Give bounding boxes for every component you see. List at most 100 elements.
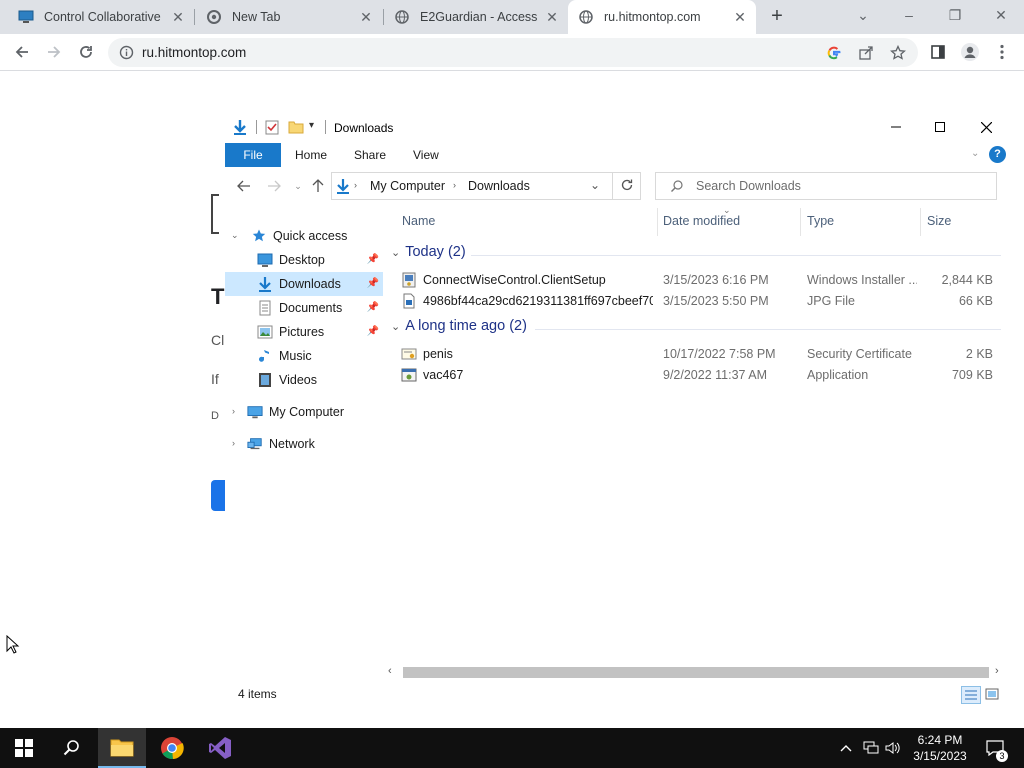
address-bar[interactable]: ru.hitmontop.com [108, 38, 918, 67]
page-fragment-button[interactable] [211, 480, 225, 511]
search-box[interactable]: Search Downloads [655, 172, 997, 200]
details-view-icon[interactable] [961, 686, 981, 704]
browser-tab-active[interactable]: ru.hitmontop.com ✕ [568, 0, 756, 34]
expand-ribbon-chevron-icon[interactable]: ⌄ [971, 148, 979, 159]
expand-chevron-icon[interactable]: ⌄ [231, 230, 241, 240]
reload-icon[interactable] [74, 40, 98, 64]
bookmark-star-icon[interactable] [890, 45, 906, 61]
show-hidden-icons-chevron-icon[interactable] [836, 728, 856, 768]
volume-icon[interactable] [882, 728, 904, 768]
site-info-icon[interactable] [119, 45, 134, 60]
nav-quick-access[interactable]: Quick access [251, 224, 383, 248]
breadcrumb-my-computer[interactable]: My Computer [370, 179, 445, 193]
kebab-menu-icon[interactable] [990, 40, 1014, 64]
properties-checkmark-icon[interactable] [265, 119, 279, 138]
minimize-icon[interactable] [881, 116, 911, 138]
browser-tab-control-collaborative[interactable]: Control Collaborative \ ✕ [8, 0, 194, 34]
chrome-taskbar-icon[interactable] [148, 728, 196, 768]
up-arrow-icon[interactable] [309, 177, 327, 195]
browser-tab-new-tab[interactable]: New Tab ✕ [196, 0, 382, 34]
system-clock[interactable]: 6:24 PM 3/15/2023 [906, 732, 974, 764]
column-separator[interactable] [657, 208, 658, 236]
nav-network[interactable]: Network [247, 432, 383, 456]
start-windows-icon[interactable] [0, 728, 48, 768]
page-fragment-text: If [211, 371, 219, 387]
visual-studio-taskbar-icon[interactable] [196, 728, 244, 768]
column-separator[interactable] [800, 208, 801, 236]
google-icon[interactable] [826, 45, 842, 61]
group-header-today[interactable]: ⌄ Today (2) [391, 244, 466, 260]
file-row[interactable]: 4986bf44ca29cd6219311381ff697cbeef709...… [401, 291, 1001, 311]
file-explorer-taskbar-icon[interactable] [98, 728, 146, 768]
nav-my-computer[interactable]: My Computer [247, 400, 383, 424]
file-row[interactable]: penis 10/17/2022 7:58 PM Security Certif… [401, 344, 1001, 364]
qat-dropdown-icon[interactable]: ▾ [309, 120, 314, 131]
close-icon[interactable] [971, 116, 1001, 138]
network-tray-icon[interactable] [860, 728, 882, 768]
ribbon-tab-share[interactable]: Share [354, 143, 386, 167]
refresh-icon[interactable] [620, 178, 634, 195]
new-tab-button[interactable]: + [766, 6, 788, 28]
breadcrumb-downloads[interactable]: Downloads [468, 179, 530, 193]
minimize-icon[interactable]: – [895, 4, 923, 26]
nav-downloads[interactable]: Downloads 📌 [225, 272, 383, 296]
scroll-right-icon[interactable]: › [995, 665, 999, 677]
breadcrumb-separator-icon[interactable]: › [354, 180, 357, 190]
profile-avatar-icon[interactable] [958, 40, 982, 64]
large-icons-view-icon[interactable] [985, 688, 999, 703]
pin-icon[interactable]: 📌 [367, 278, 379, 289]
expand-chevron-right-icon[interactable]: › [232, 438, 242, 448]
nav-videos[interactable]: Videos [225, 368, 383, 392]
collapse-chevron-icon[interactable]: ⌄ [391, 246, 400, 259]
ribbon-tab-file[interactable]: File [225, 143, 281, 167]
browser-toolbar: ru.hitmontop.com [0, 34, 1024, 71]
ribbon-tab-view[interactable]: View [413, 143, 439, 167]
tab-divider [194, 9, 195, 25]
horizontal-scrollbar[interactable]: ‹ › [385, 664, 1007, 681]
pin-icon[interactable]: 📌 [367, 302, 379, 313]
group-header-long-time-ago[interactable]: ⌄ A long time ago (2) [391, 318, 527, 334]
expand-chevron-right-icon[interactable]: › [232, 406, 242, 416]
nav-pictures[interactable]: Pictures 📌 [225, 320, 383, 344]
scrollbar-thumb[interactable] [403, 667, 989, 678]
restore-icon[interactable]: ❐ [941, 4, 969, 26]
help-icon[interactable]: ? [989, 146, 1006, 163]
column-header-type[interactable]: Type [807, 214, 834, 228]
close-tab-icon[interactable]: ✕ [358, 9, 374, 25]
file-row[interactable]: vac467 9/2/2022 11:37 AM Application 709… [401, 365, 1001, 385]
notifications-icon[interactable]: 3 [980, 728, 1010, 768]
collapse-chevron-icon[interactable]: ⌄ [391, 320, 400, 333]
file-row[interactable]: ConnectWiseControl.ClientSetup 3/15/2023… [401, 270, 1001, 290]
tab-search-chevron-icon[interactable]: ⌄ [849, 4, 877, 26]
address-dropdown-chevron-icon[interactable]: ⌄ [590, 178, 600, 192]
close-tab-icon[interactable]: ✕ [170, 9, 186, 25]
browser-tab-e2guardian[interactable]: E2Guardian - Access D ✕ [384, 0, 568, 34]
address-breadcrumb[interactable]: › My Computer › Downloads ⌄ [331, 172, 641, 200]
pin-icon[interactable]: 📌 [367, 254, 379, 265]
back-arrow-icon[interactable] [235, 177, 253, 195]
recent-locations-chevron-icon[interactable]: ⌄ [289, 177, 307, 195]
side-panel-icon[interactable] [926, 40, 950, 64]
close-tab-icon[interactable]: ✕ [544, 9, 560, 25]
videos-icon [257, 372, 273, 388]
nav-music[interactable]: Music [225, 344, 383, 368]
new-folder-icon[interactable] [288, 119, 304, 138]
search-icon[interactable] [48, 728, 96, 768]
back-arrow-icon[interactable] [10, 40, 34, 64]
close-window-icon[interactable]: ✕ [987, 4, 1015, 26]
scroll-left-icon[interactable]: ‹ [388, 665, 392, 677]
maximize-icon[interactable] [925, 116, 955, 138]
close-tab-icon[interactable]: ✕ [732, 9, 748, 25]
nav-documents[interactable]: Documents 📌 [225, 296, 383, 320]
column-header-name[interactable]: Name [402, 214, 435, 228]
column-header-date-modified[interactable]: Date modified [663, 214, 740, 228]
nav-desktop[interactable]: Desktop 📌 [225, 248, 383, 272]
breadcrumb-separator-icon[interactable]: › [453, 180, 456, 190]
ribbon-tab-home[interactable]: Home [295, 143, 327, 167]
forward-arrow-icon[interactable] [265, 177, 283, 195]
share-icon[interactable] [858, 45, 874, 61]
forward-arrow-icon[interactable] [42, 40, 66, 64]
column-separator[interactable] [920, 208, 921, 236]
pin-icon[interactable]: 📌 [367, 326, 379, 337]
column-header-size[interactable]: Size [927, 214, 951, 228]
